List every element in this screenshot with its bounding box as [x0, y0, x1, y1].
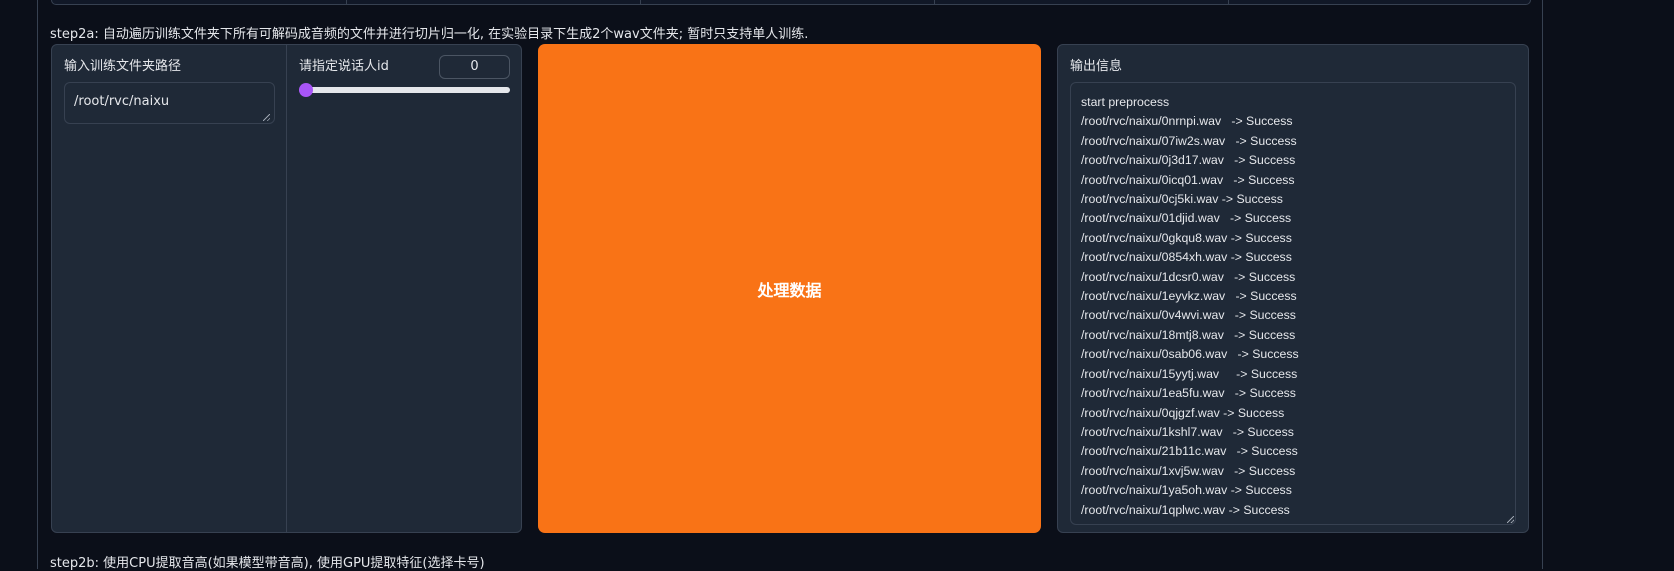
output-info-label: 输出信息 — [1070, 59, 1123, 74]
log-line: /root/rvc/naixu/18mtj8.wav -> Success — [1081, 327, 1296, 342]
log-line: /root/rvc/naixu/1eyvkz.wav -> Success — [1081, 289, 1297, 304]
log-line: /root/rvc/naixu/15yytj.wav -> Success — [1081, 366, 1298, 381]
app-frame: step2a: 自动遍历训练文件夹下所有可解码成音频的文件并进行切片归一化, 在… — [0, 0, 1674, 571]
log-line: /root/rvc/naixu/0nrnpi.wav -> Success — [1081, 114, 1293, 129]
resize-grip-icon[interactable] — [263, 114, 270, 121]
log-line: /root/rvc/naixu/1dcsr0.wav -> Success — [1081, 269, 1296, 284]
output-info-card: 输出信息 start preprocess/root/rvc/naixu/0nr… — [1057, 44, 1529, 533]
log-line: /root/rvc/naixu/0854xh.wav -> Success — [1081, 250, 1292, 265]
log-line: /root/rvc/naixu/0icq01.wav -> Success — [1081, 172, 1295, 187]
resize-grip-icon[interactable] — [1507, 516, 1514, 523]
divider — [934, 0, 935, 4]
previous-section-edge — [51, 0, 1531, 5]
step2a-description: step2a: 自动遍历训练文件夹下所有可解码成音频的文件并进行切片归一化, 在… — [50, 27, 809, 42]
speaker-id-slider-thumb[interactable] — [299, 83, 313, 97]
log-line: /root/rvc/naixu/21b11c.wav -> Success — [1081, 444, 1298, 459]
log-line: /root/rvc/naixu/0sab06.wav -> Success — [1081, 347, 1299, 362]
log-line: /root/rvc/naixu/1ea5fu.wav -> Success — [1081, 386, 1296, 401]
input-folder-field[interactable]: /root/rvc/naixu — [64, 82, 275, 124]
output-log-lines: start preprocess/root/rvc/naixu/0nrnpi.w… — [1081, 93, 1505, 520]
process-data-button[interactable]: 处理数据 — [538, 44, 1041, 533]
log-line-header: start preprocess — [1081, 95, 1170, 109]
log-line: /root/rvc/naixu/0j3d17.wav -> Success — [1081, 153, 1296, 168]
log-line: /root/rvc/naixu/1ya5oh.wav -> Success — [1081, 483, 1292, 498]
log-line: /root/rvc/naixu/07iw2s.wav -> Success — [1081, 133, 1297, 148]
log-line: /root/rvc/naixu/0gkqu8.wav -> Success — [1081, 230, 1292, 245]
log-line: /root/rvc/naixu/1kshl7.wav -> Success — [1081, 424, 1294, 439]
column-divider — [286, 45, 287, 532]
log-line: /root/rvc/naixu/1xvj5w.wav -> Success — [1081, 463, 1296, 478]
divider — [1228, 0, 1229, 4]
input-folder-label: 输入训练文件夹路径 — [64, 59, 182, 74]
log-line: /root/rvc/naixu/0v4wvi.wav -> Success — [1081, 308, 1296, 323]
log-line: /root/rvc/naixu/1qplwc.wav -> Success — [1081, 502, 1290, 517]
speaker-id-slider-track[interactable] — [299, 87, 510, 93]
output-log-textarea[interactable]: start preprocess/root/rvc/naixu/0nrnpi.w… — [1070, 82, 1516, 525]
log-line: /root/rvc/naixu/0cj5ki.wav -> Success — [1081, 192, 1283, 207]
preprocess-settings-card: 输入训练文件夹路径 /root/rvc/naixu 请指定说话人id 0 — [51, 44, 522, 533]
step2b-description: step2b: 使用CPU提取音高(如果模型带音高), 使用GPU提取特征(选择… — [50, 556, 485, 571]
log-line: /root/rvc/naixu/0qjgzf.wav -> Success — [1081, 405, 1285, 420]
divider — [640, 0, 641, 4]
log-line: /root/rvc/naixu/01djid.wav -> Success — [1081, 211, 1292, 226]
divider — [346, 0, 347, 4]
speaker-id-number-input[interactable]: 0 — [439, 55, 510, 79]
speaker-id-label: 请指定说话人id — [299, 59, 389, 74]
